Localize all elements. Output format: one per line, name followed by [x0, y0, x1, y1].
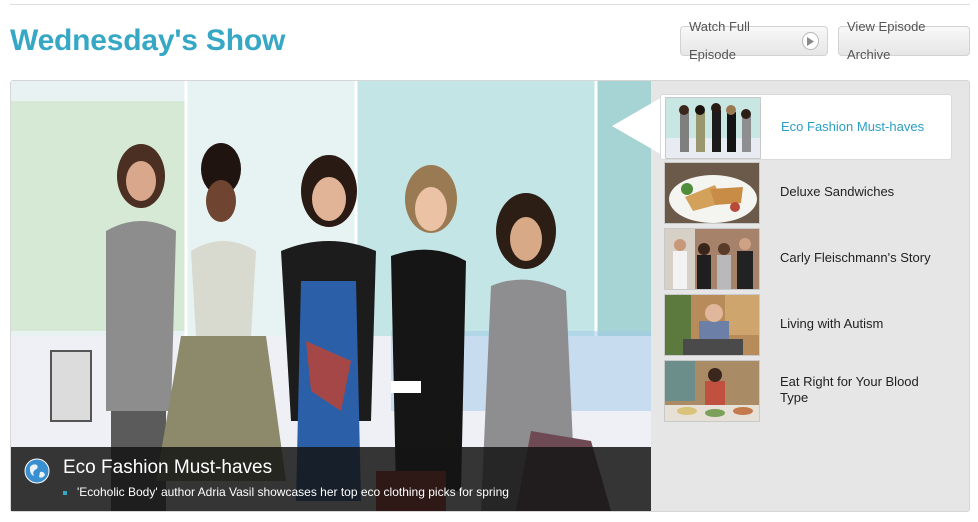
- top-divider: [10, 4, 970, 5]
- view-episode-archive-button[interactable]: View Episode Archive: [838, 19, 970, 62]
- segment-thumbnail: [664, 228, 760, 290]
- featured-description: 'Ecoholic Body' author Adria Vasil showc…: [77, 485, 509, 499]
- segment-item-eat-right-blood-type[interactable]: Eat Right for Your Blood Type: [660, 358, 952, 424]
- segment-thumbnail: [664, 360, 760, 422]
- segment-item-carly-fleischmann[interactable]: Carly Fleischmann's Story: [660, 226, 952, 292]
- segment-item-deluxe-sandwiches[interactable]: Deluxe Sandwiches: [660, 160, 952, 226]
- segment-label: Living with Autism: [780, 316, 884, 331]
- globe-icon: [24, 458, 50, 484]
- segment-label: Eat Right for Your Blood Type: [780, 374, 919, 405]
- featured-title[interactable]: Eco Fashion Must-haves: [63, 457, 272, 479]
- segment-item-eco-fashion[interactable]: Eco Fashion Must-haves: [660, 94, 952, 160]
- play-icon: [801, 32, 819, 50]
- watch-full-episode-button[interactable]: Watch Full Episode: [680, 19, 828, 62]
- active-pointer: [612, 96, 664, 156]
- segment-thumbnail: [664, 162, 760, 224]
- segment-label: Carly Fleischmann's Story: [780, 250, 931, 265]
- bullet-icon: [63, 491, 67, 495]
- segment-item-living-with-autism[interactable]: Living with Autism: [660, 292, 952, 358]
- watch-full-episode-label: Watch Full Episode: [689, 19, 750, 62]
- segment-thumbnail: [664, 294, 760, 356]
- view-episode-archive-label: View Episode Archive: [847, 19, 926, 62]
- segment-label: Deluxe Sandwiches: [780, 184, 895, 199]
- page-title: Wednesday's Show: [10, 24, 286, 57]
- segment-label: Eco Fashion Must-haves: [781, 119, 925, 134]
- featured-caption: Eco Fashion Must-haves 'Ecoholic Body' a…: [11, 447, 651, 511]
- segment-thumbnail: [665, 97, 761, 159]
